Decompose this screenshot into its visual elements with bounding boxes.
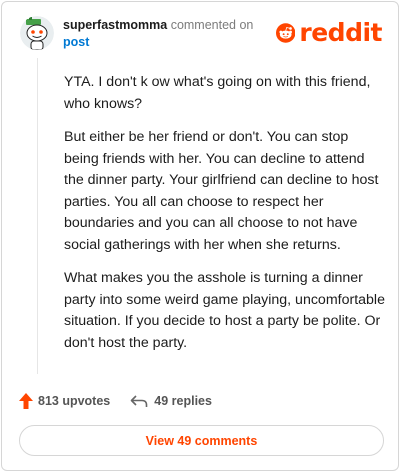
comment-paragraph-2: But either be her friend or don't. You c…: [64, 129, 379, 253]
reply-stat[interactable]: 49 replies: [130, 394, 212, 408]
reddit-logo-icon: [276, 23, 296, 43]
comment-header: superfastmomma commented on post reddit: [20, 16, 382, 56]
thread-line: [37, 58, 38, 374]
comment-body: YTA. I don't k ow what's going on with t…: [64, 72, 386, 366]
upvote-arrow-icon: [19, 393, 33, 409]
avatar[interactable]: [20, 16, 54, 50]
meta-verb: commented on: [170, 18, 254, 32]
reddit-logo[interactable]: reddit: [276, 16, 382, 50]
comment-paragraph-3: What makes you the asshole is turning a …: [64, 270, 385, 351]
upvote-count: 813 upvotes: [38, 394, 111, 408]
comment-meta: superfastmomma commented on post: [63, 17, 263, 51]
upvote-stat[interactable]: 813 upvotes: [19, 393, 110, 409]
comment-footer: 813 upvotes 49 replies: [19, 391, 212, 411]
post-link[interactable]: post: [63, 35, 89, 49]
reply-count: 49 replies: [154, 394, 212, 408]
snoo-avatar-icon: [20, 16, 54, 50]
reddit-wordmark: reddit: [299, 18, 382, 47]
username-link[interactable]: superfastmomma: [63, 18, 167, 32]
comment-paragraph-1: YTA. I don't k ow what's going on with t…: [64, 74, 371, 112]
comment-card: superfastmomma commented on post reddit …: [1, 1, 399, 471]
reply-arrow-icon: [130, 395, 148, 407]
view-comments-button[interactable]: View 49 comments: [19, 425, 384, 456]
